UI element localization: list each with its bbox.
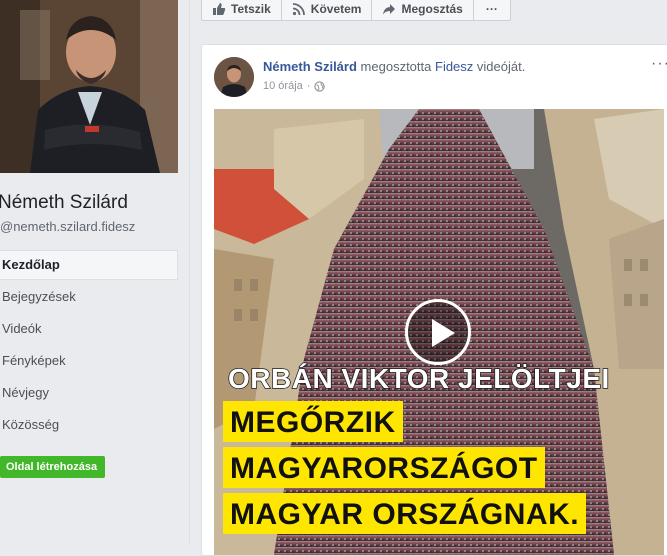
- nav-item-home[interactable]: Kezdőlap: [0, 250, 178, 280]
- shared-suffix: videóját.: [476, 59, 526, 74]
- video-player[interactable]: ORBÁN VIKTOR JELÖLTJEI MEGŐRZIK MAGYAROR…: [214, 109, 664, 555]
- post-header: Németh Szilárd megosztotta Fidesz videój…: [263, 59, 525, 74]
- like-label: Tetszik: [231, 1, 271, 16]
- shared-source-link[interactable]: Fidesz: [435, 59, 473, 74]
- shared-text: megosztotta: [360, 59, 432, 74]
- share-label: Megosztás: [401, 1, 463, 16]
- share-button[interactable]: Megosztás: [371, 0, 474, 21]
- meta-separator: ·: [306, 80, 311, 92]
- post-meta: 10 órája ·: [263, 80, 326, 92]
- nav-item-community[interactable]: Közösség: [0, 409, 178, 440]
- left-column: Németh Szilárd @nemeth.szilard.fidesz Ke…: [0, 0, 189, 544]
- video-caption-line-1: MEGŐRZIK: [223, 401, 403, 442]
- post-options-icon[interactable]: ···: [651, 55, 667, 73]
- page-nav: Kezdőlap Bejegyzések Videók Fényképek Né…: [0, 250, 178, 441]
- nav-item-videos[interactable]: Videók: [0, 313, 178, 344]
- column-divider: [189, 0, 190, 544]
- post-timestamp[interactable]: 10 órája: [263, 80, 303, 92]
- profile-photo[interactable]: [0, 0, 178, 173]
- nav-item-about[interactable]: Névjegy: [0, 377, 178, 408]
- nav-item-posts[interactable]: Bejegyzések: [0, 281, 178, 312]
- nav-item-photos[interactable]: Fényképek: [0, 345, 178, 376]
- follow-button[interactable]: Követem: [280, 0, 373, 21]
- video-caption-line-3: MAGYAR ORSZÁGNAK.: [223, 493, 587, 534]
- play-button[interactable]: [405, 299, 471, 365]
- page-action-bar: Tetszik Követem Megosztás ···: [201, 0, 511, 21]
- author-link[interactable]: Németh Szilárd: [263, 59, 357, 74]
- play-icon: [432, 319, 455, 347]
- share-arrow-icon: [383, 3, 396, 14]
- video-headline: ORBÁN VIKTOR JELÖLTJEI: [227, 362, 610, 395]
- profile-photo-image: [0, 0, 178, 173]
- like-button[interactable]: Tetszik: [201, 0, 282, 21]
- author-avatar[interactable]: [214, 57, 254, 97]
- video-caption-line-2: MAGYARORSZÁGOT: [223, 447, 545, 488]
- thumbs-up-icon: [213, 2, 226, 15]
- globe-icon[interactable]: [314, 80, 326, 92]
- create-page-button[interactable]: Oldal létrehozása: [0, 456, 106, 478]
- page-handle[interactable]: @nemeth.szilard.fidesz: [0, 219, 135, 234]
- follow-label: Követem: [310, 1, 362, 16]
- more-options-button[interactable]: ···: [472, 0, 511, 21]
- more-icon: ···: [485, 1, 498, 16]
- post-card: Németh Szilárd megosztotta Fidesz videój…: [201, 44, 667, 556]
- author-avatar-image: [214, 57, 254, 97]
- rss-icon: [292, 2, 305, 15]
- page-name[interactable]: Németh Szilárd: [0, 192, 128, 214]
